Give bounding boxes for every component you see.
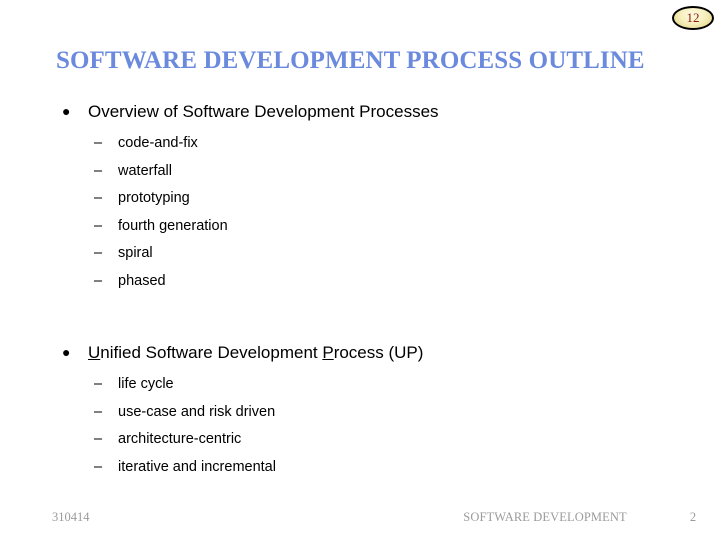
sub-bullet-item: – architecture-centric	[56, 426, 666, 454]
slide-body: ● Overview of Software Development Proce…	[56, 98, 666, 481]
sub-bullet-item: – iterative and incremental	[56, 454, 666, 482]
dash-icon: –	[94, 135, 103, 151]
bullet-heading-label: Overview of Software Development Process…	[88, 102, 439, 121]
sub-bullet-label: fourth generation	[118, 217, 228, 234]
bullet-group-overview: ● Overview of Software Development Proce…	[56, 98, 666, 295]
dash-icon: –	[94, 217, 103, 234]
sub-bullet-item: – phased	[56, 268, 666, 296]
sub-bullet-label: architecture-centric	[118, 431, 242, 447]
sub-bullet-item: – prototyping	[56, 185, 666, 213]
sub-bullet-label: use-case and risk driven	[118, 403, 276, 420]
heading-text-segment: nified Software Development	[100, 343, 323, 362]
sub-bullet-item: – spiral	[56, 240, 666, 268]
sub-bullet-item: – use-case and risk driven	[56, 399, 666, 427]
page-title: SOFTWARE DEVELOPMENT PROCESS OUTLINE	[56, 47, 645, 74]
sub-bullet-item: – fourth generation	[56, 213, 666, 241]
sub-bullet-item: – waterfall	[56, 158, 666, 186]
slide-canvas: 12 SOFTWARE DEVELOPMENT PROCESS OUTLINE …	[0, 0, 720, 540]
footer-date-code: 310414	[52, 510, 90, 524]
bullet-heading-overview: ● Overview of Software Development Proce…	[56, 98, 666, 125]
dash-icon: –	[94, 190, 103, 206]
heading-text-segment: rocess (UP)	[333, 343, 424, 362]
bullet-dot-icon: ●	[62, 344, 71, 360]
slide-footer: 310414 SOFTWARE DEVELOPMENT 2	[0, 508, 720, 530]
sub-bullet-label: iterative and incremental	[118, 458, 276, 475]
slide-number-badge: 12	[672, 6, 714, 30]
dash-icon: –	[94, 272, 103, 289]
sub-bullet-list-overview: – code-and-fix – waterfall – prototyping…	[56, 130, 666, 295]
sub-bullet-label: code-and-fix	[118, 135, 198, 151]
underlined-initial: U	[88, 343, 101, 362]
dash-icon: –	[94, 245, 103, 261]
underlined-initial: P	[322, 343, 334, 362]
sub-bullet-item: – code-and-fix	[56, 130, 666, 158]
sub-bullet-label: phased	[118, 272, 166, 289]
sub-bullet-item: – life cycle	[56, 371, 666, 399]
dash-icon: –	[94, 376, 103, 392]
dash-icon: –	[94, 162, 103, 179]
footer-page-number: 2	[689, 510, 697, 524]
bullet-heading-label: Unified Software Development Process (UP…	[88, 343, 423, 362]
dash-icon: –	[94, 431, 103, 447]
sub-bullet-label: life cycle	[118, 376, 174, 392]
footer-course-title: SOFTWARE DEVELOPMENT	[463, 510, 627, 524]
dash-icon: –	[94, 403, 103, 420]
bullet-dot-icon: ●	[62, 103, 71, 119]
bullet-heading-unified-process: ● Unified Software Development Process (…	[56, 339, 666, 366]
bullet-group-unified-process: ● Unified Software Development Process (…	[56, 339, 666, 481]
sub-bullet-list-unified-process: – life cycle – use-case and risk driven …	[56, 371, 666, 481]
sub-bullet-label: waterfall	[118, 162, 172, 179]
sub-bullet-label: prototyping	[118, 190, 190, 206]
dash-icon: –	[94, 458, 103, 475]
sub-bullet-label: spiral	[118, 245, 153, 261]
slide-number-badge-label: 12	[686, 10, 700, 25]
